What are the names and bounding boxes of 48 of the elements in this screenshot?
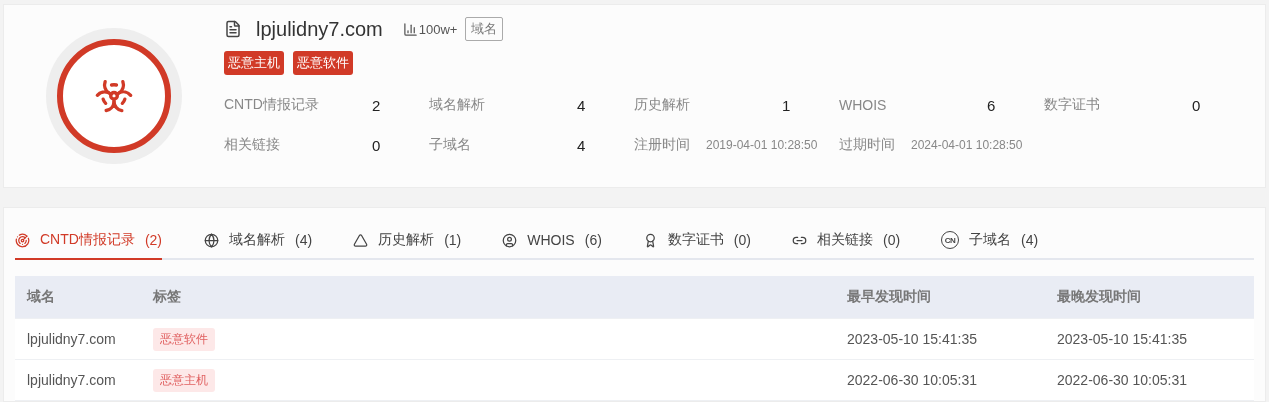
stat-value: 0: [1192, 96, 1201, 114]
domain-title: lpjulidny7.com: [256, 17, 383, 41]
tab[interactable]: 历史解析 (1): [353, 222, 492, 260]
radar-icon: [15, 232, 30, 248]
column-header: 最晚发现时间: [1057, 288, 1142, 306]
stat-label: 历史解析: [634, 96, 691, 114]
column-header: 最早发现时间: [847, 288, 932, 306]
stat-value: 6: [987, 96, 996, 114]
tab[interactable]: CN 子域名 (4): [941, 222, 1069, 260]
table-cell-text: lpjulidny7.com: [27, 331, 117, 347]
type-badge: 域名: [465, 17, 504, 41]
rank-icon: [402, 21, 418, 37]
threat-tag: 恶意主机: [224, 51, 284, 75]
user-icon: [502, 232, 518, 248]
stat-value: 2024-04-01 10:28:50: [911, 138, 1023, 152]
stat-value: 0: [372, 136, 381, 154]
rank-text: 100w+: [418, 21, 458, 37]
stat-label: 数字证书: [1044, 96, 1101, 114]
column-header: 标签: [153, 288, 182, 306]
stat-label: 域名解析: [429, 96, 486, 114]
stat-label: 子域名: [429, 136, 472, 154]
stat-label: WHOIS: [839, 97, 888, 113]
tab[interactable]: WHOIS (6): [502, 222, 632, 260]
tab[interactable]: 相关链接 (0): [791, 222, 931, 260]
column-header: 域名: [27, 288, 56, 306]
tag-label: 恶意软件: [153, 327, 215, 351]
stat-value: 4: [577, 136, 586, 154]
stat-value: 2: [372, 96, 381, 114]
stat-value: 4: [577, 96, 586, 114]
table-cell-text: lpjulidny7.com: [27, 372, 117, 388]
globe-icon: [204, 232, 219, 248]
stat-label: 过期时间: [839, 136, 896, 154]
tab[interactable]: 域名解析 (4): [204, 222, 343, 260]
stat-value: 1: [782, 96, 791, 114]
table-cell-text: 2023-05-10 15:41:35: [847, 331, 978, 347]
table-cell-text: 2022-06-30 10:05:31: [847, 372, 978, 388]
table-cell-text: 2023-05-10 15:41:35: [1057, 331, 1188, 347]
tab[interactable]: CNTD情报记录 (2): [15, 222, 162, 260]
stat-label: 相关链接: [224, 136, 281, 154]
stat-value: 2019-04-01 10:28:50: [706, 138, 818, 152]
stat-label: CNTD情报记录: [224, 96, 320, 114]
tab[interactable]: 数字证书 (0): [642, 222, 781, 260]
triangle-icon: [353, 232, 369, 248]
threat-tag: 恶意软件: [293, 51, 353, 75]
table-cell-text: 2022-06-30 10:05:31: [1057, 372, 1188, 388]
stat-label: 注册时间: [634, 136, 691, 154]
document-icon: [224, 20, 242, 38]
tag-label: 恶意主机: [153, 368, 215, 392]
